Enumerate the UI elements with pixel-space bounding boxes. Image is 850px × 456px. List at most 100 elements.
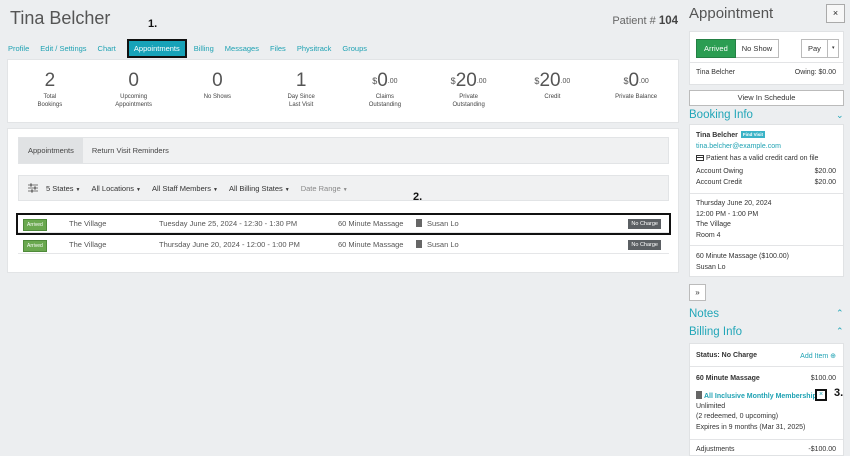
patient-number: Patient # 104 xyxy=(612,15,678,27)
credit-card-note: Patient has a valid credit card on file xyxy=(696,155,818,162)
sidebar-title: Appointment xyxy=(689,5,774,22)
patient-name: Tina Belcher xyxy=(10,8,111,28)
patient-main-panel: Tina Belcher 1. Patient # 104 Profile Ed… xyxy=(0,0,680,456)
billing-info-title[interactable]: Billing Info xyxy=(689,326,742,338)
patient-email-link[interactable]: tina.belcher@example.com xyxy=(696,143,781,150)
membership-unlimited: Unlimited xyxy=(696,403,726,410)
stats-bar: 2 Total Bookings 0 Upcoming Appointments 0… xyxy=(7,59,679,123)
appointment-row[interactable]: Arrived The Village Tuesday June 25, 202… xyxy=(16,213,671,235)
booking-info-title[interactable]: Booking Info xyxy=(689,109,753,121)
stat-no-shows: 0 No Shows xyxy=(176,60,260,122)
expand-icon[interactable]: » xyxy=(689,284,706,301)
chevron-up-icon[interactable]: ⌃ xyxy=(836,308,844,319)
appointment-staff: Susan Lo xyxy=(696,264,726,271)
membership-link[interactable]: All Inclusive Monthly Membership xyxy=(696,391,817,400)
stat-value: 0 xyxy=(212,70,223,91)
billing-badge: No Charge xyxy=(628,218,661,229)
caret-down-icon: ▼ xyxy=(75,186,81,193)
stat-value: 2 xyxy=(44,70,56,91)
filter-staff[interactable]: All Staff Members ▼ xyxy=(152,184,218,193)
patient-number-label: Patient # xyxy=(612,15,656,27)
appointment-sidebar: Appointment Tina Belcher Owing: $0.00 Ar… xyxy=(680,0,850,456)
sidebar-patient-name: Tina Belcher xyxy=(696,69,736,76)
stat-value: 20 xyxy=(455,70,477,91)
stat-label: Day Since Last Visit xyxy=(287,94,315,108)
membership-redeemed: (2 redeemed, 0 upcoming) xyxy=(696,413,779,420)
billing-item-price: $100.00 xyxy=(810,375,836,382)
callout-3: 3. xyxy=(834,387,844,399)
tab-physitrack[interactable]: Physitrack xyxy=(297,44,332,53)
appointment-location: The Village xyxy=(696,221,731,228)
tab-appointments[interactable]: Appointments xyxy=(126,39,187,58)
stat-label: Private Balance xyxy=(615,94,658,100)
arrived-button[interactable]: Arrived xyxy=(696,39,736,58)
billing-badge: No Charge xyxy=(628,239,661,250)
stat-credit: $20.00 Credit xyxy=(511,60,595,122)
pay-button-group: Pay ▾ xyxy=(801,39,840,58)
filters-bar: 5 States ▼ All Locations ▼ All Staff Membe… xyxy=(18,175,669,201)
booking-patient: Tina Belcher Find Visit xyxy=(696,131,766,139)
stat-value: 20 xyxy=(539,70,561,91)
tab-billing[interactable]: Billing xyxy=(194,44,214,53)
billing-item-name: 60 Minute Massage xyxy=(696,375,760,382)
stat-days-since-last-visit: 1 Day Since Last Visit xyxy=(259,60,343,122)
filter-billing-states[interactable]: All Billing States ▼ xyxy=(229,184,290,193)
pay-button[interactable]: Pay xyxy=(801,39,828,58)
add-item-button[interactable]: Add Item ⊕ xyxy=(800,352,836,360)
account-owing-label: Account Owing xyxy=(696,168,744,175)
appointment-location: The Village xyxy=(69,219,107,228)
stat-claims-outstanding: $0.00 Claims Outstanding xyxy=(343,60,427,122)
tab-edit-settings[interactable]: Edit / Settings xyxy=(40,44,86,53)
stat-label: Upcoming Appointments xyxy=(115,94,152,108)
account-credit-label: Account Credit xyxy=(696,179,742,186)
chevron-up-icon[interactable]: ⌃ xyxy=(836,326,844,337)
adjustments-value: -$100.00 xyxy=(808,446,836,453)
stat-upcoming-appointments: 0 Upcoming Appointments xyxy=(92,60,176,122)
chevron-down-icon[interactable]: ⌄ xyxy=(836,110,844,121)
status-badge: Arrived xyxy=(23,240,47,252)
tab-files[interactable]: Files xyxy=(270,44,286,53)
tab-chart[interactable]: Chart xyxy=(98,44,116,53)
no-show-button[interactable]: No Show xyxy=(735,39,780,58)
tab-groups[interactable]: Groups xyxy=(342,44,367,53)
appointment-service: 60 Minute Massage xyxy=(338,240,404,249)
stat-value: 0 xyxy=(628,70,640,91)
stat-value: 0 xyxy=(377,70,388,91)
filter-locations[interactable]: All Locations ▼ xyxy=(91,184,140,193)
subtab-return-visit-reminders[interactable]: Return Visit Reminders xyxy=(83,138,178,163)
staff-icon xyxy=(416,219,422,227)
filter-date-range[interactable]: Date Range ▼ xyxy=(301,184,348,193)
filter-states[interactable]: 5 States ▼ xyxy=(46,184,80,193)
account-owing-value: $20.00 xyxy=(814,168,836,175)
stat-total-bookings: 2 Total Bookings xyxy=(8,60,92,122)
stat-private-balance: $0.00 Private Balance xyxy=(594,60,678,122)
stat-label: Private Outstanding xyxy=(452,94,485,108)
tab-profile[interactable]: Profile xyxy=(8,44,29,53)
stat-label: Total Bookings xyxy=(37,94,63,108)
close-icon[interactable]: × xyxy=(826,4,845,23)
subtab-appointments[interactable]: Appointments xyxy=(19,138,83,163)
stat-label: Credit xyxy=(544,94,561,100)
membership-icon xyxy=(696,391,702,399)
find-visit-button[interactable]: Find Visit xyxy=(740,131,766,138)
tab-messages[interactable]: Messages xyxy=(225,44,259,53)
callout-1: 1. xyxy=(148,18,158,30)
remove-membership-icon[interactable]: × xyxy=(815,389,827,401)
appointment-staff: Susan Lo xyxy=(427,240,459,249)
patient-tabs: Profile Edit / Settings Chart Appointmen… xyxy=(8,39,378,58)
notes-title[interactable]: Notes xyxy=(689,308,719,320)
appointment-row[interactable]: Arrived The Village Thursday June 20, 20… xyxy=(18,236,669,254)
appointment-datetime: Tuesday June 25, 2024 - 12:30 - 1:30 PM xyxy=(159,219,298,228)
callout-2: 2. xyxy=(413,191,423,203)
appointment-room: Room 4 xyxy=(696,232,721,239)
view-in-schedule-button[interactable]: View In Schedule xyxy=(689,90,844,106)
appointment-datetime: Thursday June 20, 2024 - 12:00 - 1:00 PM xyxy=(159,240,300,249)
status-toggle: Arrived No Show xyxy=(696,39,780,58)
sliders-icon[interactable] xyxy=(28,183,38,193)
caret-down-icon: ▼ xyxy=(136,186,141,193)
stat-label: No Shows xyxy=(203,94,232,100)
pay-dropdown-button[interactable]: ▾ xyxy=(827,39,840,58)
caret-down-icon: ▼ xyxy=(342,186,348,193)
status-badge: Arrived xyxy=(23,219,47,231)
patient-number-value: 104 xyxy=(658,15,678,27)
